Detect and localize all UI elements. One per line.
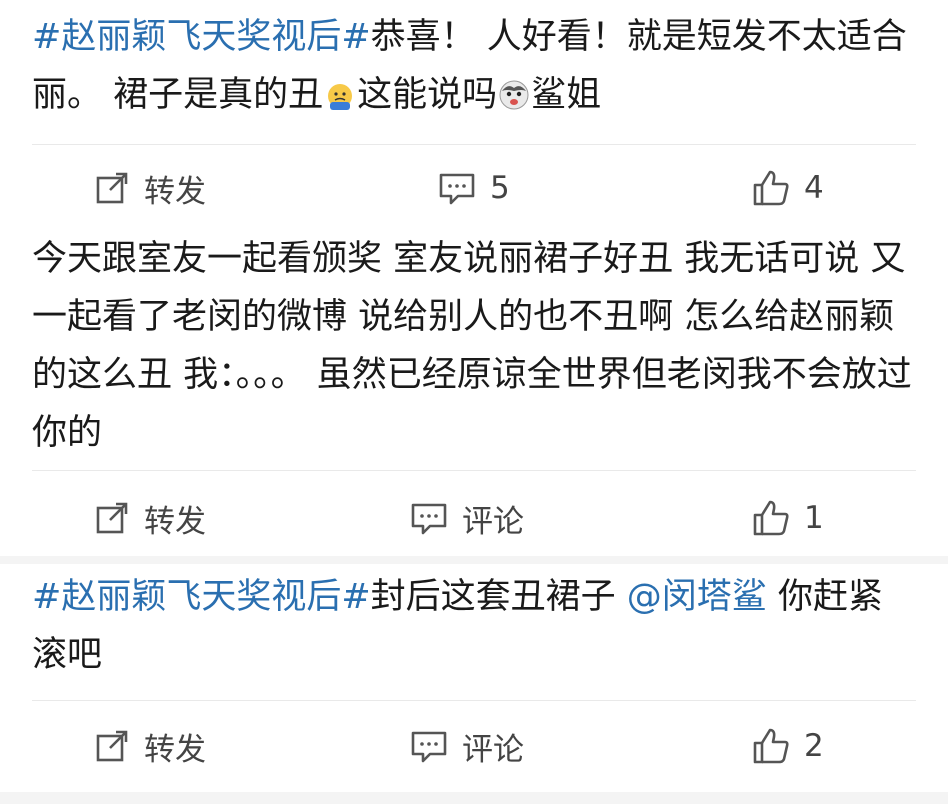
comment-count: 5 xyxy=(490,170,510,206)
post-1-text-c: 鲨姐 xyxy=(531,75,602,115)
repost-button[interactable]: 转发 xyxy=(94,488,206,548)
repost-label: 转发 xyxy=(144,731,206,768)
repost-button[interactable]: 转发 xyxy=(94,716,206,776)
comment-button[interactable]: 5 xyxy=(438,158,510,218)
like-count: 2 xyxy=(804,728,824,764)
husky-emoji-icon xyxy=(499,80,529,110)
post-separator xyxy=(0,556,948,564)
comment-icon xyxy=(411,503,447,535)
post-2-divider xyxy=(32,470,916,471)
like-button[interactable]: 2 xyxy=(752,716,824,776)
post-3-text-a: 封后这套丑裙子 xyxy=(370,577,627,617)
comment-icon xyxy=(411,731,447,763)
like-button[interactable]: 4 xyxy=(752,158,824,218)
comment-label: 评论 xyxy=(462,503,524,540)
post-1-text: #赵丽颖飞天奖视后#恭喜！ 人好看！就是短发不太适合丽。 裙子是真的丑 这能说吗鲨… xyxy=(32,8,912,124)
repost-icon xyxy=(96,730,128,762)
repost-label: 转发 xyxy=(144,173,206,210)
repost-icon xyxy=(96,502,128,534)
sweat-emoji-icon xyxy=(328,84,353,110)
like-button[interactable]: 1 xyxy=(752,488,824,548)
post-1-divider xyxy=(32,144,916,145)
post-3-divider xyxy=(32,700,916,701)
thumbs-up-icon xyxy=(753,728,789,764)
repost-icon xyxy=(96,172,128,204)
comment-icon xyxy=(439,173,475,205)
post-3-actions: 转发 评论 2 xyxy=(0,716,948,776)
like-count: 4 xyxy=(804,170,824,206)
post-1-hashtag[interactable]: #赵丽颖飞天奖视后# xyxy=(32,17,371,57)
thumbs-up-icon xyxy=(753,500,789,536)
post-3-text: #赵丽颖飞天奖视后#封后这套丑裙子 @闵塔鲨 你赶紧滚吧 xyxy=(32,568,912,684)
repost-button[interactable]: 转发 xyxy=(94,158,206,218)
post-2-actions: 转发 评论 1 xyxy=(0,488,948,548)
repost-label: 转发 xyxy=(144,503,206,540)
post-2-text: 今天跟室友一起看颁奖 室友说丽裙子好丑 我无话可说 又一起看了老闵的微博 说给别… xyxy=(32,239,912,453)
post-3-mention[interactable]: @闵塔鲨 xyxy=(627,577,767,617)
comment-button[interactable]: 评论 xyxy=(410,716,524,776)
thumbs-up-icon xyxy=(753,170,789,206)
post-1-text-b: 这能说吗 xyxy=(357,75,498,115)
post-1-actions: 转发 5 4 xyxy=(0,158,948,218)
comment-label: 评论 xyxy=(462,731,524,768)
like-count: 1 xyxy=(804,500,824,536)
bottom-separator xyxy=(0,792,948,804)
comment-button[interactable]: 评论 xyxy=(410,488,524,548)
post-3-hashtag[interactable]: #赵丽颖飞天奖视后# xyxy=(32,577,371,617)
